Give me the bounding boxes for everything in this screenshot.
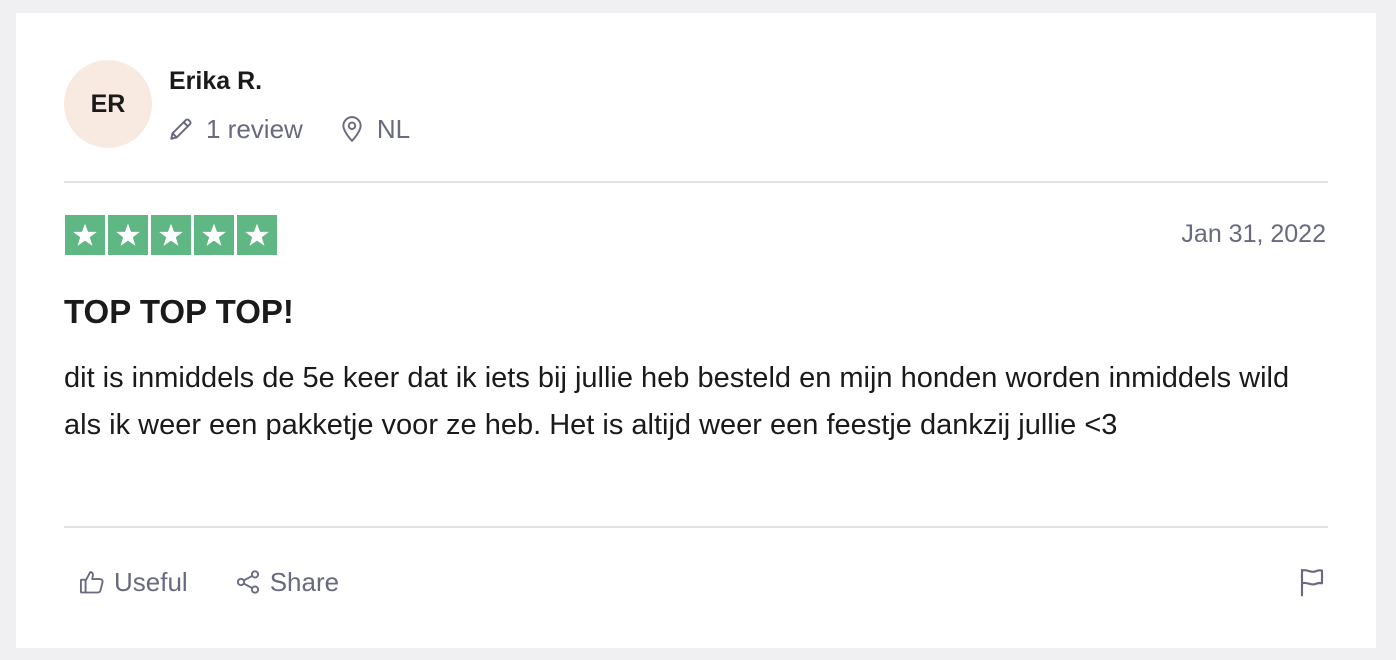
star-rating: [65, 215, 277, 255]
review-text: dit is inmiddels de 5e keer dat ik iets …: [64, 362, 1290, 441]
star-2: [108, 215, 148, 255]
avatar-initials: ER: [90, 89, 126, 118]
country-label: NL: [376, 113, 411, 144]
star-1: [65, 215, 105, 255]
reviewer-meta: 1 review NL: [168, 113, 410, 145]
review-count-label: 1 review: [206, 113, 303, 144]
star-4: [194, 215, 234, 255]
star-icon: [73, 223, 97, 246]
share-button[interactable]: Share: [234, 567, 339, 598]
header-divider: [64, 181, 1328, 183]
reviewer-location: NL: [339, 114, 410, 145]
star-icon: [202, 223, 226, 246]
thumbs-up-icon: [78, 568, 114, 596]
location-pin-icon: [339, 115, 377, 143]
star-icon: [245, 223, 269, 246]
avatar[interactable]: ER: [64, 60, 152, 148]
review-card: ER Erika R. 1 review NL Jan 31, 2022 TOP…: [16, 13, 1376, 648]
flag-icon: [1296, 568, 1328, 602]
useful-label: Useful: [114, 566, 188, 597]
pencil-icon: [168, 116, 206, 142]
review-title[interactable]: TOP TOP TOP!: [64, 293, 294, 331]
reviewer-name[interactable]: Erika R.: [169, 67, 262, 96]
useful-button[interactable]: Useful: [78, 567, 188, 598]
share-icon: [234, 568, 270, 596]
star-3: [151, 215, 191, 255]
footer-divider: [64, 526, 1328, 528]
star-icon: [159, 223, 183, 246]
report-button[interactable]: [1296, 566, 1328, 598]
review-date: Jan 31, 2022: [1181, 220, 1326, 248]
star-5: [237, 215, 277, 255]
share-label: Share: [269, 566, 340, 597]
review-count: 1 review: [168, 114, 303, 145]
star-icon: [116, 223, 140, 246]
review-actions: Useful Share: [78, 562, 339, 602]
